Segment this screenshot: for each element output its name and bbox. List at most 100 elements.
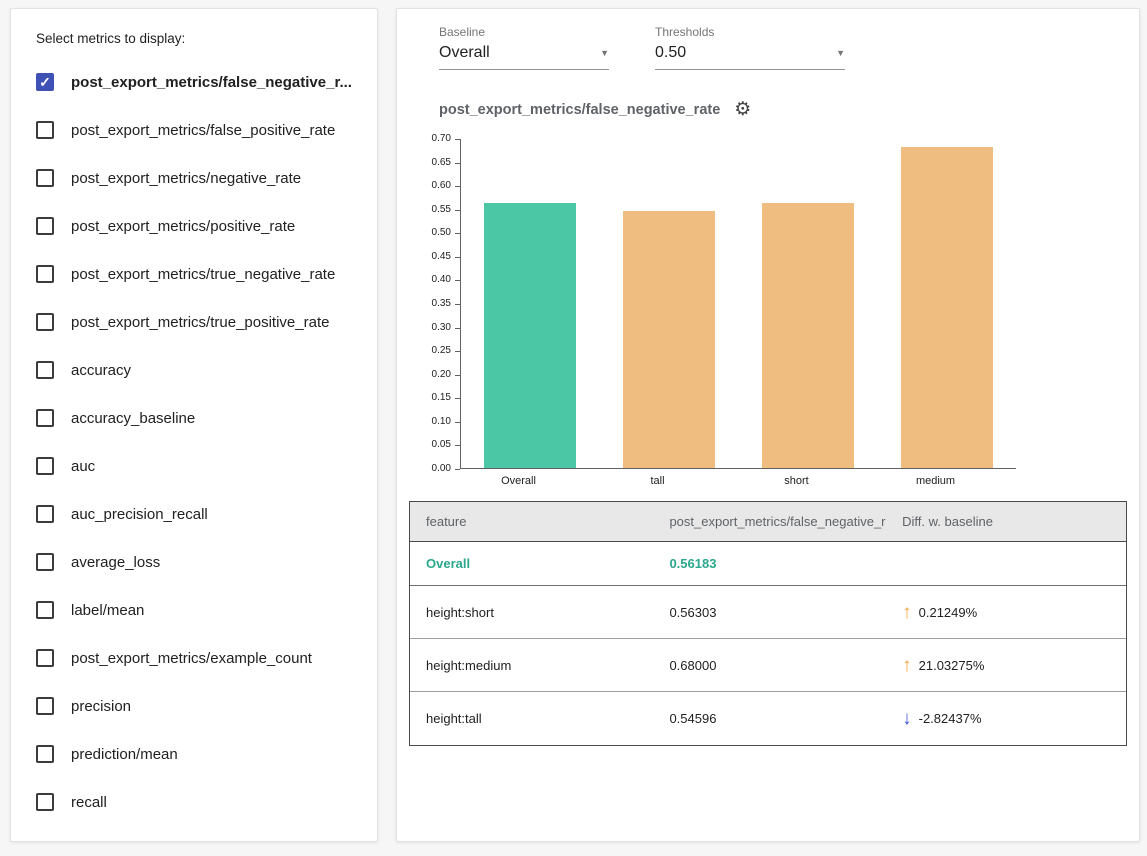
metric-label: precision (71, 698, 131, 715)
table-header-diff: Diff. w. baseline (886, 514, 1126, 529)
y-axis-tick-label: 0.00 (432, 464, 451, 474)
x-axis-label: short (727, 475, 866, 487)
chart-header: post_export_metrics/false_negative_rate … (439, 100, 1127, 119)
chevron-down-icon: ▼ (836, 48, 845, 58)
bar-slot (461, 139, 600, 468)
baseline-dropdown[interactable]: Baseline Overall ▼ (439, 25, 609, 70)
metric-item[interactable]: accuracy_baseline (36, 394, 363, 442)
checkbox-unchecked-icon[interactable] (36, 361, 54, 379)
metric-item[interactable]: post_export_metrics/negative_rate (36, 154, 363, 202)
metric-item[interactable]: post_export_metrics/true_positive_rate (36, 298, 363, 346)
bars (461, 139, 1016, 468)
chart-title: post_export_metrics/false_negative_rate (439, 102, 720, 118)
diff-cell: ↑0.21249% (886, 603, 1126, 622)
metric-list: ✓post_export_metrics/false_negative_r...… (36, 58, 363, 826)
metric-item[interactable]: post_export_metrics/false_positive_rate (36, 106, 363, 154)
checkbox-unchecked-icon[interactable] (36, 313, 54, 331)
checkbox-unchecked-icon[interactable] (36, 697, 54, 715)
checkbox-unchecked-icon[interactable] (36, 217, 54, 235)
checkbox-unchecked-icon[interactable] (36, 745, 54, 763)
metric-item[interactable]: post_export_metrics/true_negative_rate (36, 250, 363, 298)
diff-value: 0.21249% (919, 605, 978, 620)
gear-icon[interactable]: ⚙ (734, 100, 751, 119)
metric-item[interactable]: accuracy (36, 346, 363, 394)
metric-label: post_export_metrics/example_count (71, 650, 312, 667)
controls-row: Baseline Overall ▼ Thresholds 0.50 ▼ (439, 25, 1127, 70)
diff-cell: ↑ 21.03275% (886, 656, 1126, 675)
diff-value: -2.82437% (919, 711, 982, 726)
y-axis-tick-label: 0.20 (432, 370, 451, 380)
metric-item[interactable]: auc_precision_recall (36, 490, 363, 538)
diff-value: 21.03275% (919, 658, 985, 673)
feature-cell: height:medium (410, 658, 653, 673)
feature-cell: Overall (410, 556, 653, 571)
metric-item[interactable]: precision (36, 682, 363, 730)
metric-label: post_export_metrics/negative_rate (71, 170, 301, 187)
metric-label: post_export_metrics/true_negative_rate (71, 266, 335, 283)
y-axis-tick-label: 0.05 (432, 440, 451, 450)
metric-item[interactable]: post_export_metrics/positive_rate (36, 202, 363, 250)
metric-label: post_export_metrics/true_positive_rate (71, 314, 329, 331)
table-row[interactable]: Overall0.56183 (410, 542, 1126, 586)
bar-tall[interactable] (623, 211, 715, 468)
x-axis-labels: Overalltallshortmedium (449, 475, 1005, 487)
checkbox-unchecked-icon[interactable] (36, 601, 54, 619)
checkbox-unchecked-icon[interactable] (36, 121, 54, 139)
checkbox-unchecked-icon[interactable] (36, 505, 54, 523)
bar-short[interactable] (762, 203, 854, 468)
checkbox-checked-icon[interactable]: ✓ (36, 73, 54, 91)
checkbox-unchecked-icon[interactable] (36, 409, 54, 427)
metric-label: post_export_metrics/false_positive_rate (71, 122, 335, 139)
table-header-metric: post_export_metrics/false_negative_rat..… (653, 514, 886, 529)
checkbox-unchecked-icon[interactable] (36, 169, 54, 187)
value-cell: 0.54596 (653, 711, 886, 726)
baseline-dropdown-label: Baseline (439, 25, 609, 39)
table-row[interactable]: height:short0.56303↑0.21249% (410, 586, 1126, 639)
bar-slot (600, 139, 739, 468)
metric-label: accuracy (71, 362, 131, 379)
arrow-up-icon: ↑ (902, 656, 912, 675)
metric-item[interactable]: auc (36, 442, 363, 490)
metric-label: average_loss (71, 554, 160, 571)
thresholds-dropdown[interactable]: Thresholds 0.50 ▼ (655, 25, 845, 70)
metric-item[interactable]: ✓post_export_metrics/false_negative_r... (36, 58, 363, 106)
metric-label: accuracy_baseline (71, 410, 195, 427)
value-cell: 0.56303 (653, 605, 886, 620)
checkbox-unchecked-icon[interactable] (36, 649, 54, 667)
bar-chart: 0.000.050.100.150.200.250.300.350.400.45… (421, 139, 1127, 469)
checkbox-unchecked-icon[interactable] (36, 457, 54, 475)
metric-label: label/mean (71, 602, 144, 619)
chevron-down-icon: ▼ (600, 48, 609, 58)
thresholds-dropdown-value[interactable]: 0.50 (655, 44, 686, 62)
y-axis-tick-label: 0.25 (432, 346, 451, 356)
checkbox-unchecked-icon[interactable] (36, 553, 54, 571)
table-row[interactable]: height:tall0.54596↓-2.82437% (410, 692, 1126, 745)
bar-medium[interactable] (901, 147, 993, 468)
metric-label: auc (71, 458, 95, 475)
metric-item[interactable]: average_loss (36, 538, 363, 586)
checkbox-unchecked-icon[interactable] (36, 265, 54, 283)
sidebar-title: Select metrics to display: (36, 31, 363, 46)
y-axis: 0.000.050.100.150.200.250.300.350.400.45… (421, 139, 460, 469)
metric-item[interactable]: prediction/mean (36, 730, 363, 778)
plot-area (460, 139, 1016, 469)
checkbox-unchecked-icon[interactable] (36, 793, 54, 811)
x-axis-label: Overall (449, 475, 588, 487)
metric-item[interactable]: post_export_metrics/example_count (36, 634, 363, 682)
metric-item[interactable]: label/mean (36, 586, 363, 634)
x-axis-label: tall (588, 475, 727, 487)
y-axis-tick-label: 0.50 (432, 228, 451, 238)
table-row[interactable]: height:medium0.68000↑21.03275% (410, 639, 1126, 692)
results-panel: Baseline Overall ▼ Thresholds 0.50 ▼ pos… (396, 8, 1140, 842)
metric-item[interactable]: recall (36, 778, 363, 826)
metric-label: prediction/mean (71, 746, 178, 763)
metrics-table-body: Overall0.56183height:short0.56303↑0.2124… (410, 542, 1126, 745)
y-axis-tick-label: 0.65 (432, 158, 451, 168)
baseline-dropdown-value[interactable]: Overall (439, 44, 490, 62)
bar-slot (739, 139, 878, 468)
metric-label: auc_precision_recall (71, 506, 208, 523)
bar-Overall[interactable] (484, 203, 576, 468)
table-header-feature: feature (410, 514, 653, 529)
arrow-down-icon: ↓ (902, 709, 912, 728)
metrics-table: feature post_export_metrics/false_negati… (409, 501, 1127, 746)
